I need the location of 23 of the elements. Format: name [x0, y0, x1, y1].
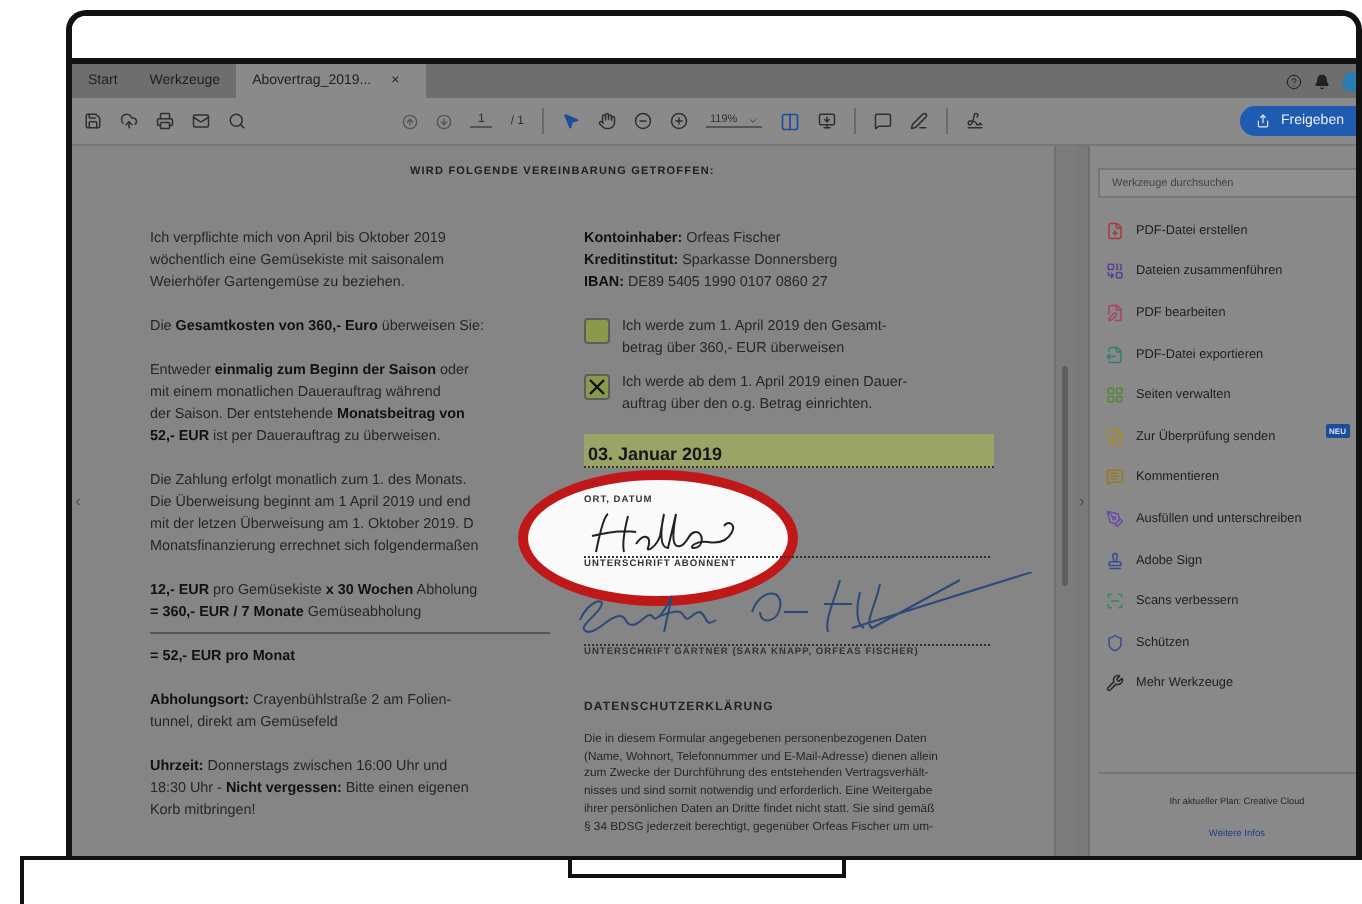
- pen-icon[interactable]: [909, 112, 928, 130]
- help-icon[interactable]: [1286, 73, 1302, 89]
- bell-icon[interactable]: [1314, 73, 1330, 89]
- pointer-icon[interactable]: [562, 112, 581, 130]
- zoom-in-icon[interactable]: [670, 112, 689, 130]
- arrow-up-icon[interactable]: [402, 113, 418, 129]
- share-icon: [1256, 114, 1271, 128]
- mail-icon[interactable]: [192, 112, 210, 130]
- print-icon[interactable]: [156, 112, 174, 130]
- cloud-upload-icon[interactable]: [120, 112, 138, 130]
- sign-icon[interactable]: [965, 112, 984, 130]
- caret-icon[interactable]: [747, 115, 758, 125]
- date-field[interactable]: 03. Januar 2019: [584, 434, 994, 468]
- search-icon[interactable]: [228, 112, 246, 130]
- checkbox[interactable]: [584, 374, 610, 400]
- comment-icon[interactable]: [873, 112, 892, 130]
- scrollbar[interactable]: [1054, 146, 1076, 856]
- arrow-down-icon[interactable]: [436, 113, 452, 129]
- hand-icon[interactable]: [598, 112, 617, 130]
- checkbox[interactable]: [584, 318, 610, 344]
- save-icon[interactable]: [84, 112, 102, 130]
- zoom-out-icon[interactable]: [634, 112, 653, 130]
- fit-page-icon[interactable]: [779, 111, 800, 131]
